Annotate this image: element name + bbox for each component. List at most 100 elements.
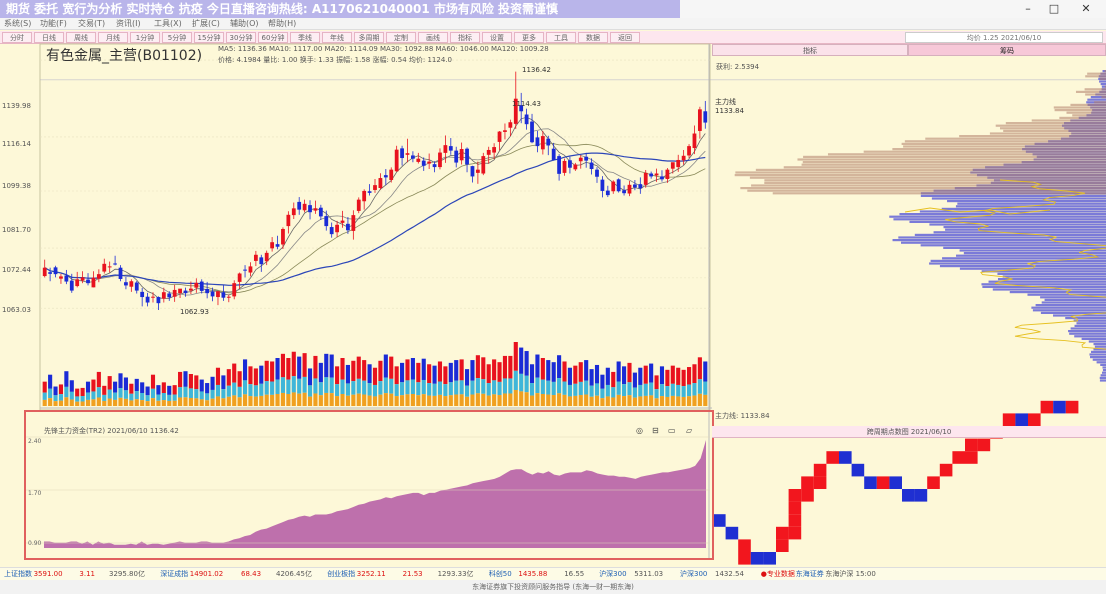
chip-bar	[997, 272, 1106, 275]
index-value: 4206.45亿	[276, 570, 312, 578]
chip-bar	[931, 197, 1106, 200]
main-force-label: 主力线	[715, 98, 736, 106]
pf-cell	[939, 463, 953, 477]
chip-bar	[1099, 376, 1106, 379]
profit-bar	[801, 163, 1106, 166]
pf-cell	[1065, 400, 1079, 414]
index-value: 1432.54	[715, 570, 744, 578]
profit-bar	[959, 135, 1106, 138]
chip-bar	[1100, 83, 1106, 86]
chip-bar	[1076, 322, 1106, 325]
indicator-tick: 2.40	[28, 438, 42, 445]
pf-cell	[952, 451, 965, 464]
profit-bar	[1085, 75, 1106, 78]
chip-bar	[1102, 371, 1106, 374]
price-tick: 1063.03	[2, 306, 31, 314]
profit-bar	[772, 192, 1106, 195]
profit-bar	[803, 155, 1106, 158]
pf-cell	[1040, 400, 1054, 414]
profit-bar	[1000, 127, 1106, 130]
chip-bar	[939, 265, 1106, 268]
index-name[interactable]: 深证成指	[160, 569, 188, 580]
chip-bar	[1102, 366, 1106, 369]
pf-cell	[965, 451, 978, 464]
window-icon[interactable]: ▭	[668, 426, 676, 435]
profit-bar	[1066, 111, 1106, 114]
stock-title: 有色金属_主营(B01102)	[46, 48, 203, 64]
price-tick: 1139.98	[2, 102, 31, 110]
profit-bar	[827, 153, 1106, 156]
chip-bar	[914, 233, 1106, 236]
chip-bar	[1074, 335, 1106, 338]
profit-bar	[989, 132, 1106, 135]
index-name[interactable]: 沪深300	[599, 569, 626, 580]
pf-cell	[839, 451, 852, 464]
chip-bar	[1002, 275, 1106, 278]
chip-bar	[1044, 298, 1106, 301]
chip-bar	[1088, 340, 1106, 343]
resize-icon[interactable]: ▱	[686, 426, 692, 435]
profit-bar	[749, 176, 1106, 179]
chip-bar	[1035, 304, 1106, 307]
profit-bar	[1084, 88, 1106, 91]
ma-legend-stats: 价格: 4.1984 量比: 1.00 换手: 1.33 振幅: 1.58 涨幅…	[218, 56, 452, 64]
pf-cell	[864, 476, 877, 489]
profit-bar	[1087, 72, 1106, 75]
profit-bar	[1003, 129, 1106, 132]
index-value: 3.11	[79, 570, 95, 578]
pf-cell	[1053, 400, 1066, 414]
pf-cell	[713, 514, 726, 527]
index-value: 1293.33亿	[437, 570, 474, 578]
price-tick: 1099.38	[2, 182, 31, 190]
profit-bar	[1085, 93, 1106, 96]
chip-bar	[930, 259, 1106, 262]
profit-bar	[764, 181, 1106, 184]
chip-bar	[1099, 80, 1106, 83]
pf-cell	[1028, 413, 1041, 426]
pf-cell	[826, 451, 839, 464]
profit-bar	[1059, 116, 1106, 119]
index-name[interactable]: 科创50	[489, 569, 512, 580]
chip-bar	[1081, 337, 1106, 340]
index-name[interactable]: 创业板指	[327, 569, 355, 580]
profit-bar	[995, 124, 1106, 127]
profit-bar	[735, 171, 1106, 174]
chip-bar	[898, 236, 1106, 239]
chip-bar	[1069, 332, 1106, 335]
index-value: 21.53	[402, 570, 423, 578]
pf-cell	[788, 489, 802, 502]
index-value: 3591.00	[33, 570, 63, 578]
minus-icon[interactable]: ⊟	[652, 426, 659, 435]
pf-cell	[776, 539, 789, 552]
index-name[interactable]: 沪深300	[680, 569, 707, 580]
market-stats-bar: 上证指数 3591.00 3.11 3295.80亿 深证成指 14901.02 68.43…	[0, 567, 1106, 580]
low-price-label: 1062.93	[180, 308, 209, 316]
chip-bar	[929, 223, 1106, 226]
profit-bar	[904, 140, 1106, 143]
price-tick: 1072.44	[2, 266, 31, 274]
profit-bar	[1094, 101, 1106, 104]
index-name[interactable]: 东海证券	[796, 569, 824, 580]
pf-cell	[1015, 413, 1028, 426]
pf-cell	[851, 463, 865, 477]
chip-bar	[1099, 379, 1106, 382]
chip-bar	[1092, 358, 1106, 361]
profit-ratio-label: 获利: 2.5394	[716, 63, 760, 71]
settings-icon[interactable]: ◎	[636, 426, 643, 435]
chip-bar	[1041, 301, 1106, 304]
chip-bar	[889, 215, 1106, 218]
pf-cell	[738, 552, 751, 565]
profit-bar	[1054, 109, 1106, 112]
indicator-title: 先锋主力资金(TR2) 2021/06/10 1136.42	[44, 427, 179, 435]
profit-bar	[1031, 119, 1106, 122]
chip-bar	[1031, 306, 1106, 309]
chip-bar	[1100, 363, 1106, 366]
chip-bar	[1096, 361, 1106, 364]
profit-bar	[1099, 77, 1106, 80]
index-name[interactable]: 上证指数	[4, 569, 32, 580]
index-value: 1435.88	[518, 570, 548, 578]
pf-cell	[902, 489, 915, 502]
secondary-high-label: 1114.43	[512, 100, 541, 108]
price-tick: 1081.70	[2, 226, 31, 234]
ma-legend: MA5: 1136.36 MA10: 1117.00 MA20: 1114.09…	[218, 45, 549, 53]
